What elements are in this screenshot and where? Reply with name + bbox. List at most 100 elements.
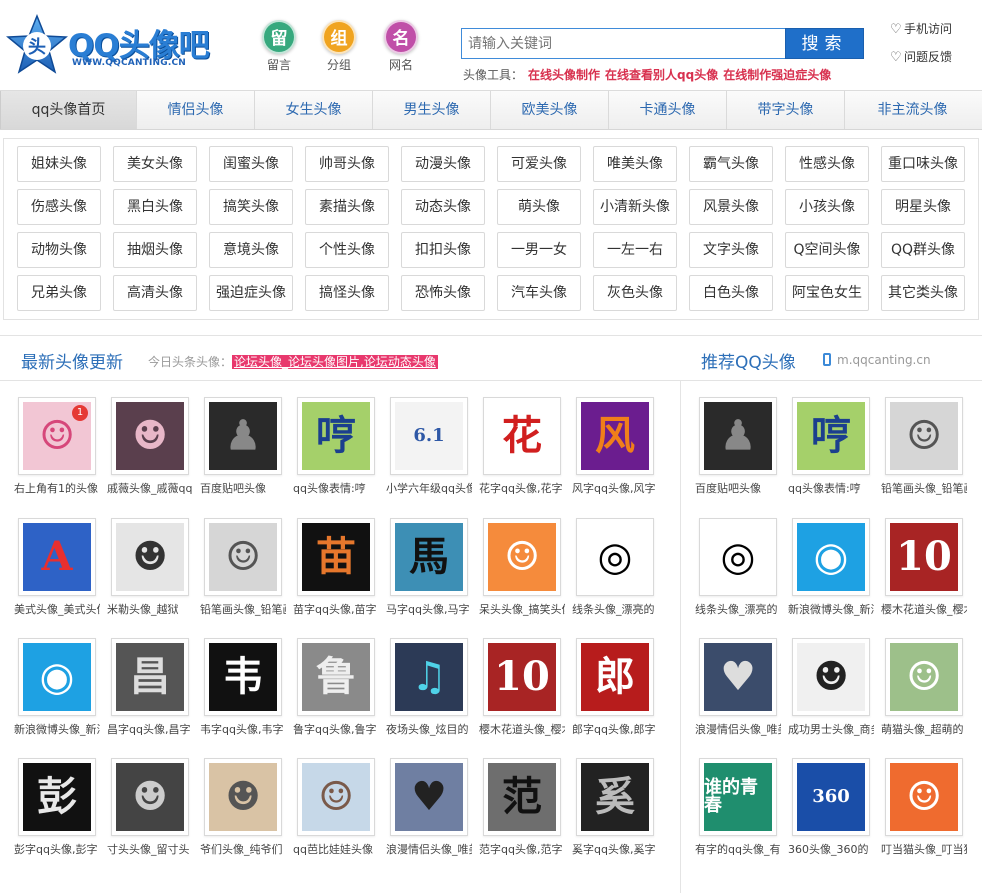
avatar-caption[interactable]: 樱木花道头像_樱木	[479, 721, 565, 737]
nav-item-couple[interactable]: 情侣头像	[137, 91, 255, 129]
avatar-caption[interactable]: 范字qq头像,范字	[479, 841, 565, 857]
category-tag[interactable]: 抽烟头像	[113, 232, 197, 268]
category-tag[interactable]: 可爱头像	[497, 146, 581, 182]
avatar-caption[interactable]: 彭字qq头像,彭字	[14, 841, 100, 857]
tool-link-view-avatar[interactable]: 在线查看别人qq头像	[605, 68, 718, 82]
avatar-caption[interactable]: 夜场头像_炫目的	[386, 721, 472, 737]
category-tag[interactable]: 兄弟头像	[17, 275, 101, 311]
category-tag[interactable]: 强迫症头像	[209, 275, 293, 311]
category-tag[interactable]: 意境头像	[209, 232, 293, 268]
avatar-thumbnail[interactable]: 360	[792, 758, 870, 836]
avatar-thumbnail[interactable]: ☻	[111, 758, 189, 836]
avatar-thumbnail[interactable]: 昌	[111, 638, 189, 716]
category-tag[interactable]: 白色头像	[689, 275, 773, 311]
avatar-caption[interactable]: 马字qq头像,马字	[386, 601, 472, 617]
quick-link-group[interactable]: 组 分组	[314, 20, 364, 73]
nav-item-nonmainstream[interactable]: 非主流头像	[845, 91, 980, 129]
avatar-caption[interactable]: 风字qq头像,风字	[572, 480, 658, 496]
avatar-thumbnail[interactable]: ♫	[390, 638, 468, 716]
category-tag[interactable]: 黑白头像	[113, 189, 197, 225]
avatar-thumbnail[interactable]: ☻	[204, 758, 282, 836]
avatar-caption[interactable]: 花字qq头像,花字	[479, 480, 565, 496]
avatar-caption[interactable]: 昌字qq头像,昌字	[107, 721, 193, 737]
nav-item-home[interactable]: qq头像首页	[0, 91, 137, 129]
avatar-caption[interactable]: 右上角有1的头像	[14, 480, 100, 496]
mobile-site[interactable]: m.qqcanting.cn	[823, 353, 931, 367]
avatar-thumbnail[interactable]: 哼	[297, 397, 375, 475]
category-tag[interactable]: 阿宝色女生	[785, 275, 869, 311]
today-headline-link[interactable]: 论坛头像_论坛头像图片,论坛动态头像	[232, 355, 438, 369]
category-tag[interactable]: 帅哥头像	[305, 146, 389, 182]
avatar-caption[interactable]: 樱木花道头像_樱木	[881, 601, 967, 617]
category-tag[interactable]: 性感头像	[785, 146, 869, 182]
tool-link-make-avatar[interactable]: 在线头像制作	[528, 68, 600, 82]
mobile-visit-link[interactable]: ♡ 手机访问	[890, 20, 952, 37]
avatar-thumbnail[interactable]: A	[18, 518, 96, 596]
category-tag[interactable]: 其它类头像	[881, 275, 965, 311]
avatar-caption[interactable]: 郎字qq头像,郎字	[572, 721, 658, 737]
avatar-thumbnail[interactable]: 鲁	[297, 638, 375, 716]
avatar-thumbnail[interactable]: 风	[576, 397, 654, 475]
avatar-thumbnail[interactable]: ☺	[885, 758, 963, 836]
avatar-caption[interactable]: 百度贴吧头像	[200, 480, 286, 496]
category-tag[interactable]: 文字头像	[689, 232, 773, 268]
avatar-caption[interactable]: qq头像表情:哼	[788, 480, 874, 496]
category-tag[interactable]: 霸气头像	[689, 146, 773, 182]
avatar-caption[interactable]: 爷们头像_纯爷们	[200, 841, 286, 857]
avatar-caption[interactable]: 美式头像_美式头像	[14, 601, 100, 617]
feedback-link[interactable]: ♡ 问题反馈	[890, 48, 952, 65]
avatar-thumbnail[interactable]: ♥	[699, 638, 777, 716]
avatar-caption[interactable]: 呆头头像_搞笑头像	[479, 601, 565, 617]
avatar-thumbnail[interactable]: ☻	[111, 397, 189, 475]
avatar-caption[interactable]: 萌猫头像_超萌的	[881, 721, 967, 737]
category-tag[interactable]: 一左一右	[593, 232, 677, 268]
avatar-thumbnail[interactable]: 郎	[576, 638, 654, 716]
avatar-thumbnail[interactable]: ☺	[297, 758, 375, 836]
avatar-thumbnail[interactable]: 韦	[204, 638, 282, 716]
category-tag[interactable]: 动态头像	[401, 189, 485, 225]
avatar-thumbnail[interactable]: ♟	[204, 397, 282, 475]
avatar-thumbnail[interactable]: 苗	[297, 518, 375, 596]
avatar-thumbnail[interactable]: 6.1	[390, 397, 468, 475]
avatar-caption[interactable]: 奚字qq头像,奚字	[572, 841, 658, 857]
avatar-caption[interactable]: 新浪微博头像_新浪	[788, 601, 874, 617]
avatar-thumbnail[interactable]: ☻	[792, 638, 870, 716]
avatar-thumbnail[interactable]: ◎	[576, 518, 654, 596]
avatar-caption[interactable]: 韦字qq头像,韦字	[200, 721, 286, 737]
category-tag[interactable]: 风景头像	[689, 189, 773, 225]
avatar-caption[interactable]: 戚薇头像_戚薇qq头像	[107, 480, 193, 496]
avatar-thumbnail[interactable]: ◎	[699, 518, 777, 596]
category-tag[interactable]: 搞怪头像	[305, 275, 389, 311]
category-tag[interactable]: 萌头像	[497, 189, 581, 225]
search-button[interactable]: 搜索	[785, 28, 864, 59]
avatar-thumbnail[interactable]: 范	[483, 758, 561, 836]
avatar-caption[interactable]: 有字的qq头像_有字	[695, 841, 781, 857]
quick-link-nickname[interactable]: 名 网名	[376, 20, 426, 73]
category-tag[interactable]: 伤感头像	[17, 189, 101, 225]
category-tag[interactable]: 灰色头像	[593, 275, 677, 311]
category-tag[interactable]: 明星头像	[881, 189, 965, 225]
avatar-caption[interactable]: qq芭比娃娃头像	[293, 841, 379, 857]
avatar-caption[interactable]: qq头像表情:哼	[293, 480, 379, 496]
category-tag[interactable]: Q空间头像	[785, 232, 869, 268]
avatar-thumbnail[interactable]: ☺	[204, 518, 282, 596]
category-tag[interactable]: 个性头像	[305, 232, 389, 268]
avatar-caption[interactable]: 苗字qq头像,苗字	[293, 601, 379, 617]
category-tag[interactable]: 高清头像	[113, 275, 197, 311]
category-tag[interactable]: 姐妹头像	[17, 146, 101, 182]
avatar-caption[interactable]: 成功男士头像_商务	[788, 721, 874, 737]
avatar-thumbnail[interactable]: 哼	[792, 397, 870, 475]
avatar-thumbnail[interactable]: 10	[483, 638, 561, 716]
avatar-thumbnail[interactable]: 花	[483, 397, 561, 475]
avatar-caption[interactable]: 寸头头像_留寸头	[107, 841, 193, 857]
tool-link-ocd-avatar[interactable]: 在线制作强迫症头像	[723, 68, 831, 82]
avatar-thumbnail[interactable]: ☺	[885, 638, 963, 716]
avatar-caption[interactable]: 浪漫情侣头像_唯美	[386, 841, 472, 857]
avatar-caption[interactable]: 360头像_360的	[788, 841, 874, 857]
search-input[interactable]	[461, 28, 785, 59]
avatar-thumbnail[interactable]: ☺	[885, 397, 963, 475]
nav-item-western[interactable]: 欧美头像	[491, 91, 609, 129]
category-tag[interactable]: 素描头像	[305, 189, 389, 225]
avatar-thumbnail[interactable]: 奚	[576, 758, 654, 836]
nav-item-text[interactable]: 带字头像	[727, 91, 845, 129]
